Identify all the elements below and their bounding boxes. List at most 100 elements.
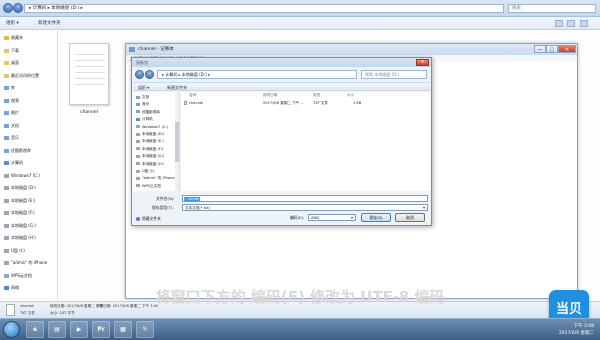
- drive-icon: [4, 236, 9, 240]
- dialog-search-input[interactable]: 搜索 本地磁盘 (D:): [361, 70, 427, 79]
- dialog-nav-item-2[interactable]: 优酷影视库: [136, 109, 160, 115]
- dialog-nav-item-0[interactable]: 文档: [136, 94, 149, 100]
- taskbar-app-3[interactable]: Pr: [92, 321, 110, 338]
- dialog-nav-item-7[interactable]: 本地磁盘 (F:): [136, 146, 163, 152]
- dialog-forward-icon[interactable]: ›: [145, 70, 154, 79]
- sidebar-item-0[interactable]: 收藏夹: [4, 34, 23, 41]
- drive-icon: [4, 248, 9, 253]
- drive-icon: [4, 173, 9, 178]
- encoding-select[interactable]: ANSI ▾: [308, 214, 356, 221]
- sidebar-item-8[interactable]: 音乐: [4, 134, 19, 141]
- sidebar-item-label: 视频: [11, 97, 19, 103]
- dialog-nav-item-9[interactable]: 本地磁盘 (H:): [136, 161, 164, 167]
- hide-folders-toggle[interactable]: 隐藏文件夹: [136, 216, 161, 222]
- sidebar-item-label: 下载: [11, 47, 19, 53]
- sidebar-item-label: U盘 (I:): [11, 247, 25, 253]
- drive-icon: [136, 184, 140, 188]
- sidebar-item-5[interactable]: 视频: [4, 97, 19, 104]
- minimize-button[interactable]: —: [534, 45, 546, 53]
- column-header-size[interactable]: 大小: [347, 93, 354, 98]
- sidebar-item-17[interactable]: U盘 (I:): [4, 247, 25, 254]
- sidebar-item-label: "admin" 的 iPhone: [11, 260, 48, 265]
- drive-icon: [4, 273, 9, 278]
- sidebar-item-3[interactable]: 最近访问的位置: [4, 72, 39, 79]
- details-size: 大小: 107 字节: [50, 311, 75, 315]
- taskbar-app-1[interactable]: ▤: [48, 321, 66, 338]
- sidebar-item-11[interactable]: Windows7 (C:): [4, 172, 40, 179]
- dialog-path-input[interactable]: ▸ 计算机 ▸ 本地磁盘 (D:) ▸: [157, 70, 357, 79]
- sidebar-item-2[interactable]: 桌面: [4, 59, 19, 66]
- sidebar-item-18[interactable]: "admin" 的 iPhone: [4, 259, 47, 266]
- sidebar-item-4[interactable]: 库: [4, 84, 15, 91]
- sidebar-item-12[interactable]: 本地磁盘 (D:): [4, 184, 36, 191]
- dialog-nav-item-12[interactable]: WPS云文档: [136, 183, 161, 189]
- maximize-button[interactable]: ▢: [546, 45, 558, 53]
- view-options-icon[interactable]: [555, 20, 563, 27]
- sidebar-item-16[interactable]: 本地磁盘 (H:): [4, 234, 36, 241]
- filetype-dropdown-icon[interactable]: ▾: [421, 205, 427, 210]
- dialog-nav-item-10[interactable]: U盘 (I:): [136, 168, 154, 174]
- dialog-nav-item-8[interactable]: 本地磁盘 (G:): [136, 153, 164, 159]
- filename-dropdown-icon[interactable]: ▾: [184, 197, 190, 201]
- dialog-organize-button[interactable]: 组织 ▾: [138, 85, 149, 91]
- sidebar-item-15[interactable]: 本地磁盘 (G:): [4, 222, 36, 229]
- clock-time[interactable]: 下午 3:08: [573, 323, 594, 329]
- sidebar-item-14[interactable]: 本地磁盘 (F:): [4, 209, 35, 216]
- lib-icon: [4, 136, 9, 140]
- drive-icon: [4, 261, 9, 265]
- clock-date[interactable]: 2017/6/6 星期二: [559, 330, 594, 336]
- taskbar-app-2[interactable]: ▶: [70, 321, 88, 338]
- filetype-value: 文本文档(*.txt): [185, 206, 211, 210]
- system-tray: 下午 3:08 2017/6/6 星期二: [536, 322, 596, 337]
- filename-input[interactable]: channel ▾: [182, 195, 428, 202]
- sidebar-item-1[interactable]: 下载: [4, 47, 19, 54]
- organize-button[interactable]: 组织 ▾: [6, 20, 19, 26]
- preview-pane-icon[interactable]: [567, 20, 576, 27]
- explorer-nav-pane: 收藏夹下载桌面最近访问的位置库视频图片文档音乐优酷影视库计算机 Windows7 …: [0, 31, 58, 301]
- column-header-type[interactable]: 类型: [313, 93, 320, 98]
- sidebar-item-9[interactable]: 优酷影视库: [4, 147, 31, 154]
- column-header-modified[interactable]: 修改日期: [263, 93, 277, 98]
- forward-icon[interactable]: ›: [13, 3, 23, 13]
- dialog-file-list: 名称 修改日期 类型 大小 channel 2017/6/6 星期二 下午 ..…: [181, 92, 430, 191]
- pc-icon: [136, 117, 140, 121]
- filetype-label: 保存类型(T):: [152, 205, 174, 210]
- dialog-nav-item-11[interactable]: "admin" 的 iPhone: [136, 175, 175, 181]
- file-list-row[interactable]: channel 2017/6/6 星期二 下午 ... TXT 文件 1 KB: [184, 100, 424, 106]
- dialog-nav-item-4[interactable]: Windows7 (C:): [136, 124, 168, 130]
- drive-icon: [4, 211, 9, 215]
- taskbar-app-4[interactable]: ▦: [114, 321, 132, 338]
- sidebar-item-19[interactable]: WPS云文档: [4, 272, 32, 279]
- dialog-nav-scrollbar[interactable]: [175, 92, 179, 191]
- dialog-close-button[interactable]: ✕: [416, 59, 429, 66]
- column-header-name[interactable]: 名称: [189, 93, 196, 98]
- taskbar-app-0[interactable]: e: [26, 321, 44, 338]
- explorer-search-input[interactable]: 搜索: [508, 4, 596, 13]
- sidebar-item-10[interactable]: 计算机: [4, 159, 23, 166]
- sidebar-item-7[interactable]: 文档: [4, 122, 19, 129]
- close-button[interactable]: ✕: [558, 45, 576, 53]
- sidebar-item-label: 音乐: [11, 135, 19, 140]
- filename-label: 文件名(N):: [156, 196, 175, 201]
- dialog-nav-item-1[interactable]: 音乐: [136, 101, 149, 107]
- taskbar-app-5[interactable]: ✎: [136, 321, 154, 338]
- explorer-address-input[interactable]: ▸ 计算机 ▸ 本地磁盘 (D:) ▸: [24, 4, 504, 13]
- sidebar-item-13[interactable]: 本地磁盘 (E:): [4, 197, 35, 204]
- file-item-channel[interactable]: channel: [64, 38, 114, 122]
- dialog-nav-item-5[interactable]: 本地磁盘 (D:): [136, 131, 164, 137]
- encoding-dropdown-icon[interactable]: ▾: [349, 215, 355, 220]
- new-folder-button[interactable]: 新建文件夹: [38, 20, 61, 26]
- start-button[interactable]: [3, 321, 20, 338]
- back-icon[interactable]: ‹: [3, 3, 13, 13]
- filetype-select[interactable]: 文本文档(*.txt) ▾: [182, 204, 428, 211]
- dialog-nav-item-3[interactable]: 计算机: [136, 116, 153, 122]
- cancel-button[interactable]: 取消: [395, 213, 425, 222]
- dialog-back-icon[interactable]: ‹: [135, 70, 144, 79]
- help-icon[interactable]: [579, 20, 588, 27]
- drive-icon: [136, 169, 140, 173]
- sidebar-item-label: 本地磁盘 (H:): [11, 235, 36, 240]
- save-button[interactable]: 保存(S): [361, 213, 391, 222]
- dialog-new-folder-button[interactable]: 新建文件夹: [167, 85, 187, 91]
- sidebar-item-6[interactable]: 图片: [4, 109, 19, 116]
- dialog-nav-item-6[interactable]: 本地磁盘 (E:): [136, 138, 164, 144]
